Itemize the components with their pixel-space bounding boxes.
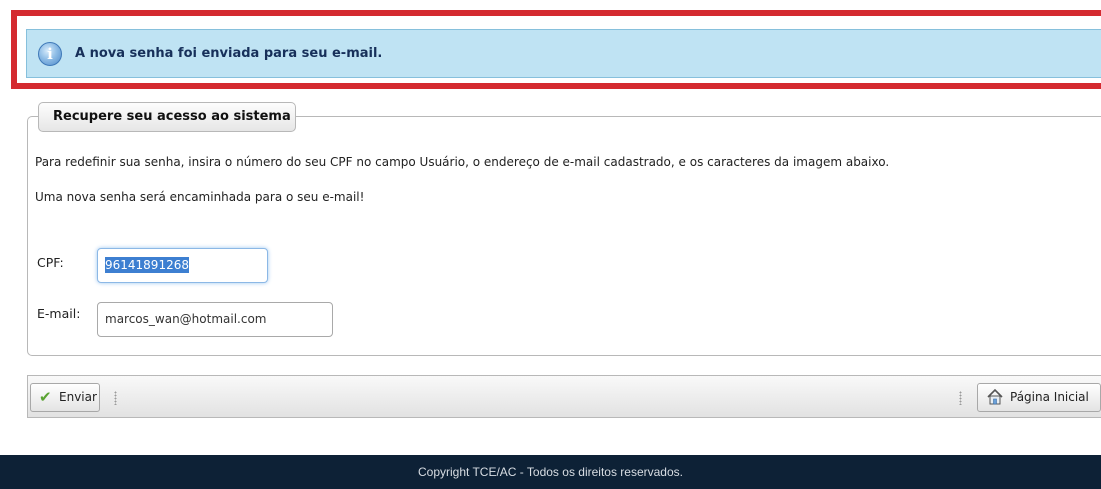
home-page-button-label: Página Inicial: [1010, 390, 1089, 404]
send-button-label: Enviar: [59, 390, 97, 404]
info-icon: i: [38, 42, 62, 66]
footer-copyright: Copyright TCE/AC - Todos os direitos res…: [0, 455, 1101, 489]
fieldset-title: Recupere seu acesso ao sistema: [38, 102, 296, 132]
email-label: E-mail:: [37, 306, 81, 321]
cpf-label: CPF:: [37, 255, 64, 270]
email-input[interactable]: marcos_wan@hotmail.com: [97, 302, 333, 337]
instructions-text: Para redefinir sua senha, insira o númer…: [35, 155, 890, 169]
note-text: Uma nova senha será encaminhada para o s…: [35, 190, 365, 204]
home-page-button[interactable]: Página Inicial: [977, 383, 1101, 412]
info-message-text: A nova senha foi enviada para seu e-mail…: [75, 46, 383, 61]
form-toolbar: ✔ Enviar Página Inicial: [27, 375, 1101, 418]
toolbar-separator: [114, 391, 117, 405]
checkmark-icon: ✔: [39, 388, 52, 406]
send-button[interactable]: ✔ Enviar: [30, 383, 100, 412]
cpf-input[interactable]: 96141891268: [97, 248, 268, 283]
info-message: i A nova senha foi enviada para seu e-ma…: [26, 29, 1101, 78]
cpf-input-value: 96141891268: [105, 257, 189, 273]
home-icon: [987, 388, 1003, 405]
toolbar-separator: [959, 391, 962, 405]
